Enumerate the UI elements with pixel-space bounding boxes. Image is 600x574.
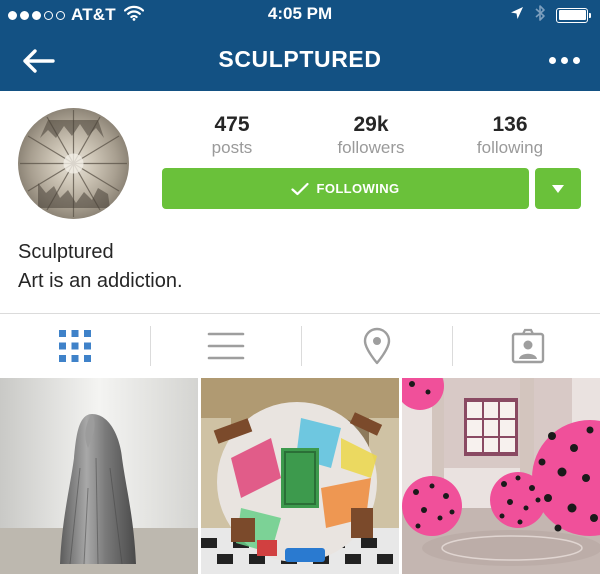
location-arrow-icon [510, 6, 524, 25]
page-title: SCULPTURED [218, 46, 382, 72]
following-button[interactable]: FOLLOWING [162, 168, 529, 209]
photo-draped-figure [0, 378, 198, 574]
posts-label: posts [211, 138, 253, 157]
grid-photo-3[interactable] [402, 378, 600, 574]
avatar[interactable] [18, 108, 129, 219]
avatar-image [20, 110, 127, 217]
tagged-photos-icon [511, 328, 545, 363]
following-stat[interactable]: 136 following [450, 112, 570, 158]
tab-tagged[interactable] [453, 314, 600, 377]
more-dot [560, 56, 568, 64]
followers-label: followers [337, 138, 405, 157]
following-count: 136 [492, 113, 528, 136]
photo-sphere-sculpture [201, 378, 399, 574]
bluetooth-icon [534, 4, 546, 27]
followers-stat[interactable]: 29k followers [311, 112, 431, 158]
list-icon [207, 332, 245, 359]
location-pin-icon [363, 327, 391, 364]
battery-level [558, 10, 586, 20]
profile-name: Sculptured [18, 241, 114, 263]
status-bar: AT&T 4:05 PM [0, 0, 600, 30]
profile-bio: Art is an addiction. [18, 270, 183, 292]
posts-stat[interactable]: 475 posts [172, 112, 292, 158]
tab-list[interactable] [151, 314, 301, 377]
grid-photo-1[interactable] [0, 378, 198, 574]
profile-view-tabs [0, 313, 600, 377]
more-options-button[interactable] [542, 46, 586, 74]
followers-count: 29k [353, 113, 389, 136]
checkmark-icon [291, 182, 310, 195]
photo-polka-dot-spheres [402, 378, 600, 574]
grid-icon [59, 329, 91, 362]
battery-icon [556, 7, 591, 23]
more-dot [548, 56, 556, 64]
tab-location[interactable] [302, 314, 452, 377]
following-label: following [476, 138, 544, 157]
nav-bar: SCULPTURED [0, 30, 600, 91]
caret-down-icon [552, 184, 564, 193]
tab-grid[interactable] [0, 314, 150, 377]
grid-photo-2[interactable] [201, 378, 399, 574]
status-right [510, 4, 591, 27]
posts-count: 475 [214, 113, 250, 136]
following-button-label: FOLLOWING [316, 181, 400, 196]
suggested-users-dropdown-button[interactable] [535, 168, 581, 209]
more-dot [572, 56, 580, 64]
